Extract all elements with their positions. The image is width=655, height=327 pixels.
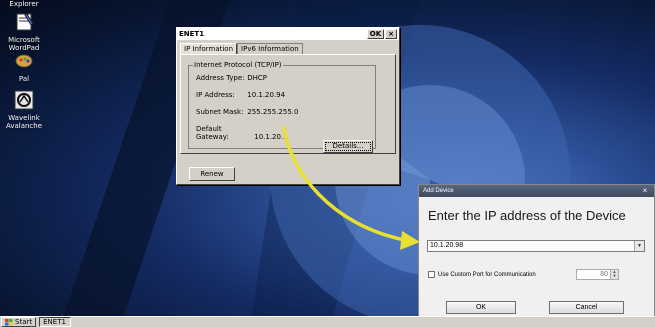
enet1-dialog: ENET1 OK × IP Information IPv6 Informati… xyxy=(176,27,400,185)
row-value: 255.255.255.0 xyxy=(247,108,299,116)
tab-ipv6-information[interactable]: IPv6 Information xyxy=(237,43,303,54)
row-value: DHCP xyxy=(247,74,267,82)
chevron-down-icon[interactable]: ▼ xyxy=(634,241,644,251)
row-key: Default Gateway: xyxy=(196,125,229,141)
details-button[interactable]: Details... xyxy=(323,140,373,153)
cancel-button[interactable]: Cancel xyxy=(549,301,624,314)
row-value: 10.1.20.1 xyxy=(254,133,288,141)
port-stepper[interactable]: 80 ▲ ▼ xyxy=(576,269,619,280)
desktop-icon-explorer[interactable]: Explorer xyxy=(4,0,44,8)
row-address-type: Address Type: DHCP xyxy=(196,74,267,82)
desktop-icon-wavelink[interactable]: Wavelink Avalanche xyxy=(4,90,44,130)
wavelink-icon xyxy=(14,90,34,110)
ip-information-panel: Internet Protocol (TCP/IP) Address Type:… xyxy=(180,54,396,154)
row-default-gateway: Default Gateway: 10.1.20.1 xyxy=(196,125,288,141)
start-label: Start xyxy=(15,318,33,326)
custom-port-row: Use Custom Port for Communication xyxy=(428,271,536,278)
enet1-close-button[interactable]: × xyxy=(385,29,397,39)
taskbar: Start ENET1 xyxy=(0,316,655,327)
close-icon[interactable]: × xyxy=(640,186,650,196)
port-value: 80 xyxy=(600,271,608,278)
desktop-icon-pal[interactable]: Pal xyxy=(4,51,44,83)
row-ip-address: IP Address: 10.1.20.94 xyxy=(196,91,285,99)
custom-port-label: Use Custom Port for Communication xyxy=(438,271,536,278)
group-title: Internet Protocol (TCP/IP) xyxy=(193,61,283,69)
tcpip-groupbox: Internet Protocol (TCP/IP) Address Type:… xyxy=(188,61,376,153)
row-key: Address Type: xyxy=(196,74,245,82)
row-value: 10.1.20.94 xyxy=(247,91,286,99)
add-device-heading: Enter the IP address of the Device xyxy=(428,208,626,223)
desktop-icon-wordpad[interactable]: Microsoft WordPad xyxy=(4,12,44,52)
taskbar-item-enet1[interactable]: ENET1 xyxy=(39,317,72,327)
add-device-title: Add Device xyxy=(423,188,454,194)
add-device-dialog: Add Device × Enter the IP address of the… xyxy=(418,184,655,327)
renew-button[interactable]: Renew xyxy=(189,167,235,181)
enet1-titlebar: ENET1 OK × xyxy=(177,28,399,40)
row-key: IP Address: xyxy=(196,91,235,99)
ip-address-value: 10.1.20.98 xyxy=(430,242,464,249)
desktop-icon-label: Explorer xyxy=(9,0,39,8)
ip-address-combobox[interactable]: 10.1.20.98 ▼ xyxy=(427,240,645,252)
add-device-titlebar: Add Device × xyxy=(419,185,654,197)
desktop-icon-label: Wavelink Avalanche xyxy=(5,114,43,130)
custom-port-checkbox[interactable] xyxy=(428,271,435,278)
desktop-icon-label: Microsoft WordPad xyxy=(8,36,40,52)
windows-logo-icon xyxy=(5,318,13,325)
desktop-icon-label: Pal xyxy=(18,75,30,83)
ok-button[interactable]: OK xyxy=(446,301,516,314)
enet1-ok-button[interactable]: OK xyxy=(366,29,385,39)
stepper-arrows-icon[interactable]: ▲ ▼ xyxy=(610,270,618,279)
start-button[interactable]: Start xyxy=(1,317,37,327)
wordpad-icon xyxy=(16,13,34,31)
pal-icon xyxy=(15,54,33,68)
enet1-title: ENET1 xyxy=(179,30,205,38)
row-key: Subnet Mask: xyxy=(196,108,244,116)
row-subnet-mask: Subnet Mask: 255.255.255.0 xyxy=(196,108,298,116)
